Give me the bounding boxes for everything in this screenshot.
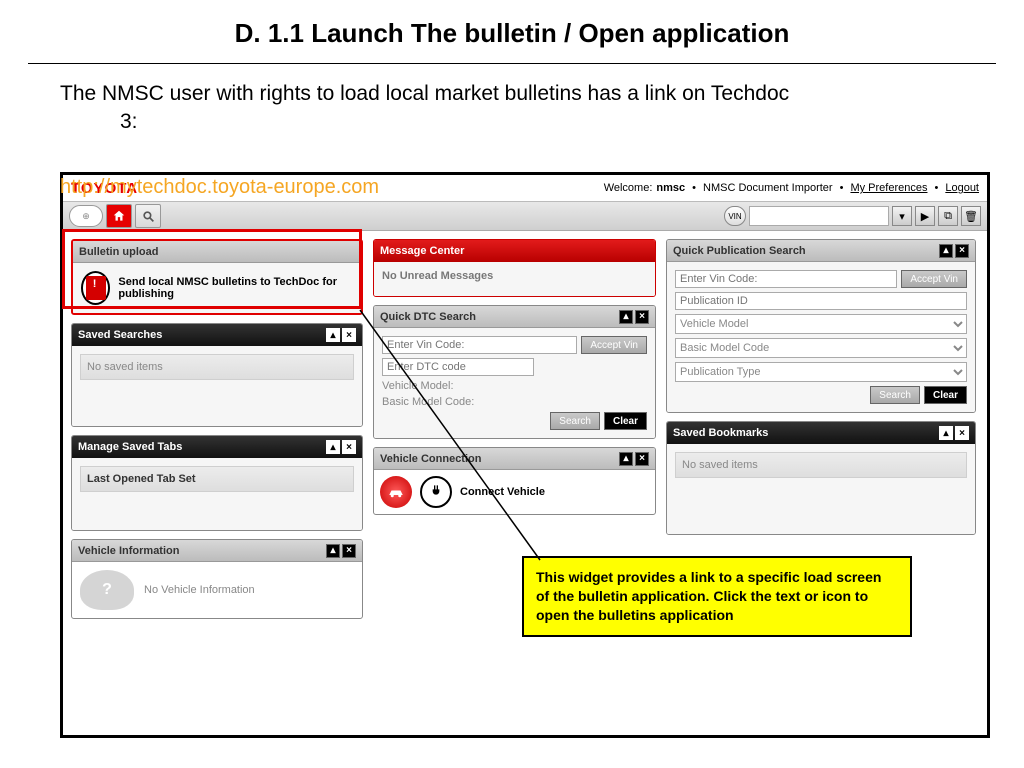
message-center-header: Message Center <box>374 240 655 262</box>
column-3: Quick Publication Search ▴× Accept Vin V… <box>666 239 976 535</box>
slide-title: D. 1.1 Launch The bulletin / Open applic… <box>0 0 1024 49</box>
vehicle-information-title: Vehicle Information <box>78 545 179 557</box>
dtc-search-button[interactable]: Search <box>550 412 600 430</box>
plug-icon[interactable] <box>420 476 452 508</box>
dtc-code-input[interactable] <box>382 358 534 376</box>
vehicle-model-select[interactable]: Vehicle Model <box>675 314 967 334</box>
manage-saved-tabs-panel: Manage Saved Tabs ▴× Last Opened Tab Set <box>71 435 363 531</box>
pub-search-button[interactable]: Search <box>870 386 920 404</box>
close-icon[interactable]: × <box>342 544 356 558</box>
toolbar-right: VIN ▾ ▶ ⧉ 🗑 <box>724 206 981 226</box>
basic-model-code-select[interactable]: Basic Model Code <box>675 338 967 358</box>
collapse-icon[interactable]: ▴ <box>619 310 633 324</box>
toolbar-copy-button[interactable]: ⧉ <box>938 206 958 226</box>
quick-publication-search-title: Quick Publication Search <box>673 245 806 257</box>
connect-vehicle-label[interactable]: Connect Vehicle <box>460 486 545 498</box>
bulletin-upload-title: Bulletin upload <box>79 246 158 258</box>
callout-annotation: This widget provides a link to a specifi… <box>522 556 912 637</box>
techdoc-url[interactable]: http://mytechdoc.toyota-europe.com <box>60 176 379 199</box>
bulletin-upload-header: Bulletin upload <box>73 241 361 263</box>
saved-searches-title: Saved Searches <box>78 329 162 341</box>
column-1: Bulletin upload Send local NMSC bulletin… <box>71 239 363 619</box>
bulletin-upload-text[interactable]: Send local NMSC bulletins to TechDoc for… <box>118 276 353 300</box>
dtc-basic-model-code-label: Basic Model Code: <box>382 396 474 408</box>
search-tab[interactable] <box>135 204 161 228</box>
close-icon[interactable]: × <box>635 452 649 466</box>
message-center-panel: Message Center No Unread Messages <box>373 239 656 297</box>
bulletin-icon[interactable] <box>81 271 110 305</box>
quick-dtc-search-panel: Quick DTC Search ▴× Accept Vin Vehicle M… <box>373 305 656 439</box>
quick-dtc-search-header: Quick DTC Search ▴× <box>374 306 655 328</box>
vin-badge-icon: VIN <box>724 206 746 226</box>
saved-bookmarks-header: Saved Bookmarks ▴× <box>667 422 975 444</box>
app-toolbar: ⊕ VIN ▾ ▶ ⧉ 🗑 <box>63 201 987 231</box>
message-center-title: Message Center <box>380 245 464 257</box>
pub-vin-input[interactable] <box>675 270 897 288</box>
toyota-oval-icon: ⊕ <box>69 205 103 227</box>
close-icon[interactable]: × <box>955 244 969 258</box>
pub-clear-button[interactable]: Clear <box>924 386 967 404</box>
dtc-vehicle-model-label: Vehicle Model: <box>382 380 454 392</box>
welcome-user: nmsc <box>656 182 685 194</box>
user-role: NMSC Document Importer <box>703 182 833 194</box>
saved-searches-empty: No saved items <box>80 354 354 380</box>
car-status-icon <box>380 476 412 508</box>
vehicle-information-empty: No Vehicle Information <box>144 584 255 596</box>
intro-line-2: 3: <box>60 108 964 136</box>
vehicle-information-panel: Vehicle Information ▴× ? No Vehicle Info… <box>71 539 363 619</box>
close-icon[interactable]: × <box>342 328 356 342</box>
topbar-right: Welcome: nmsc • NMSC Document Importer •… <box>604 182 979 194</box>
logout-link[interactable]: Logout <box>945 182 979 194</box>
saved-bookmarks-empty: No saved items <box>675 452 967 478</box>
close-icon[interactable]: × <box>955 426 969 440</box>
search-icon <box>142 210 155 223</box>
quick-publication-search-panel: Quick Publication Search ▴× Accept Vin V… <box>666 239 976 413</box>
intro-line-1: The NMSC user with rights to load local … <box>60 80 964 108</box>
bulletin-upload-panel[interactable]: Bulletin upload Send local NMSC bulletin… <box>71 239 363 315</box>
toolbar-vin-input[interactable] <box>749 206 889 226</box>
collapse-icon[interactable]: ▴ <box>619 452 633 466</box>
vehicle-connection-header: Vehicle Connection ▴× <box>374 448 655 470</box>
my-preferences-link[interactable]: My Preferences <box>850 182 927 194</box>
intro-text: The NMSC user with rights to load local … <box>0 74 1024 137</box>
saved-searches-header: Saved Searches ▴× <box>72 324 362 346</box>
collapse-icon[interactable]: ▴ <box>326 440 340 454</box>
manage-saved-tabs-header: Manage Saved Tabs ▴× <box>72 436 362 458</box>
collapse-icon[interactable]: ▴ <box>326 328 340 342</box>
vehicle-connection-panel: Vehicle Connection ▴× Connect Vehicle <box>373 447 656 515</box>
column-2: Message Center No Unread Messages Quick … <box>373 239 656 515</box>
saved-searches-panel: Saved Searches ▴× No saved items <box>71 323 363 427</box>
collapse-icon[interactable]: ▴ <box>326 544 340 558</box>
publication-id-input[interactable] <box>675 292 967 310</box>
car-placeholder-icon: ? <box>80 570 134 610</box>
app-screenshot: TOYOTA Welcome: nmsc • NMSC Document Imp… <box>60 172 990 738</box>
close-icon[interactable]: × <box>635 310 649 324</box>
collapse-icon[interactable]: ▴ <box>939 244 953 258</box>
toolbar-dropdown-button[interactable]: ▾ <box>892 206 912 226</box>
manage-saved-tabs-title: Manage Saved Tabs <box>78 441 182 453</box>
publication-type-select[interactable]: Publication Type <box>675 362 967 382</box>
pub-accept-vin-button[interactable]: Accept Vin <box>901 270 967 288</box>
saved-bookmarks-title: Saved Bookmarks <box>673 427 768 439</box>
dtc-vin-input[interactable] <box>382 336 577 354</box>
toolbar-delete-button[interactable]: 🗑 <box>961 206 981 226</box>
last-opened-tab-set[interactable]: Last Opened Tab Set <box>80 466 354 492</box>
toolbar-go-button[interactable]: ▶ <box>915 206 935 226</box>
welcome-label: Welcome: <box>604 182 653 194</box>
vehicle-connection-title: Vehicle Connection <box>380 453 481 465</box>
close-icon[interactable]: × <box>342 440 356 454</box>
home-tab[interactable] <box>106 204 132 228</box>
collapse-icon[interactable]: ▴ <box>939 426 953 440</box>
quick-publication-search-header: Quick Publication Search ▴× <box>667 240 975 262</box>
saved-bookmarks-panel: Saved Bookmarks ▴× No saved items <box>666 421 976 535</box>
dtc-clear-button[interactable]: Clear <box>604 412 647 430</box>
divider <box>28 63 996 64</box>
quick-dtc-search-title: Quick DTC Search <box>380 311 476 323</box>
home-icon <box>112 209 126 223</box>
vehicle-information-header: Vehicle Information ▴× <box>72 540 362 562</box>
message-center-body: No Unread Messages <box>374 262 655 296</box>
dtc-accept-vin-button[interactable]: Accept Vin <box>581 336 647 354</box>
